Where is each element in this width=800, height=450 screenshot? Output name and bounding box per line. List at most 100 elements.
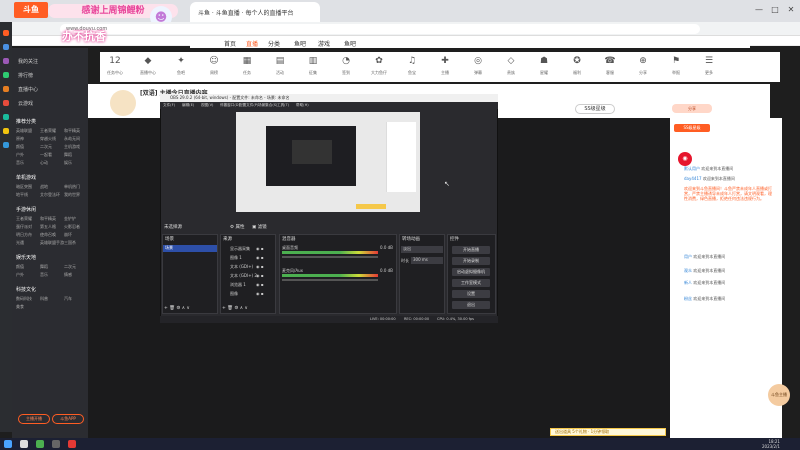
sidebar-category[interactable]: 情感 <box>64 272 72 278</box>
search-icon[interactable] <box>20 440 28 448</box>
obs-transition-select[interactable]: 淡出 <box>401 246 443 253</box>
chrome-icon[interactable] <box>36 440 44 448</box>
sidebar-category[interactable]: 单机热门 <box>64 184 80 190</box>
obs-control-button[interactable]: 退出 <box>452 301 490 309</box>
sidebar-category[interactable]: 心动 <box>40 160 48 166</box>
sidebar-category[interactable]: 和平精英 <box>64 128 80 134</box>
obs-filters-button[interactable]: ▣ 滤镜 <box>252 224 267 230</box>
sidebar-category[interactable]: 王者荣耀 <box>16 216 32 222</box>
sidebar-category[interactable]: 二次元 <box>40 144 52 150</box>
feature-icon[interactable]: ◎ <box>471 56 485 68</box>
sidebar-category[interactable]: 王者荣耀 <box>40 128 56 134</box>
sidebar-category[interactable]: 颜值 <box>16 264 24 270</box>
obs-menu-item[interactable]: 视图(V) <box>201 103 213 108</box>
nav-home[interactable]: 首页 <box>224 39 236 48</box>
sidebar-item[interactable]: 云游戏 <box>18 100 33 107</box>
sidebar-category[interactable]: 舞蹈 <box>40 264 48 270</box>
nav-more[interactable]: 鱼吧 <box>344 39 356 48</box>
sidebar-category[interactable]: 暗区突围 <box>16 184 32 190</box>
obs-scene-item[interactable]: 场景 <box>163 245 217 252</box>
feature-icon[interactable]: ◔ <box>339 56 353 68</box>
obs-menu-item[interactable]: 工具(T) <box>277 103 289 108</box>
feature-icon[interactable]: ▦ <box>240 56 254 68</box>
nav-yuba[interactable]: 鱼吧 <box>294 39 306 48</box>
obs-duration-input[interactable]: 300 ms <box>411 257 443 264</box>
obs-source-item[interactable]: 图像 <box>230 291 238 297</box>
ext-icon[interactable] <box>3 114 9 120</box>
maximize-icon[interactable]: □ <box>768 4 782 16</box>
address-bar[interactable]: www.douyu.com <box>60 24 700 34</box>
sidebar-category[interactable]: 永劫无间 <box>64 136 80 142</box>
chat-username[interactable]: 观众 <box>684 268 692 273</box>
sidebar-category[interactable]: 主机游戏 <box>64 144 80 150</box>
follow-button[interactable]: SS级星级 <box>575 104 615 114</box>
nav-games[interactable]: 游戏 <box>318 39 330 48</box>
app-taskbar-icon[interactable] <box>68 440 76 448</box>
sidebar-category[interactable]: 娱乐 <box>64 160 72 166</box>
sidebar-category[interactable]: 火影忍者 <box>64 224 80 230</box>
ext-icon[interactable] <box>3 72 9 78</box>
obs-menu-item[interactable]: 配置文件(P) <box>239 103 258 108</box>
sidebar-category[interactable]: 蛋仔派对 <box>16 224 32 230</box>
eye-icon[interactable]: ◉ ▪ <box>256 291 263 296</box>
sidebar-item[interactable]: 我的关注 <box>18 58 38 65</box>
obs-mixer-desktop-slider[interactable] <box>282 256 378 258</box>
download-app-button[interactable]: 斗鱼APP <box>52 414 84 424</box>
feature-icon[interactable]: ☗ <box>537 56 551 68</box>
chat-username[interactable]: 默认用户 <box>684 166 700 171</box>
share-chip[interactable]: 分享 <box>672 104 712 113</box>
nav-category[interactable]: 分类 <box>268 39 280 48</box>
sidebar-category[interactable]: 三国杀 <box>64 240 76 246</box>
obs-source-item[interactable]: 图像 1 <box>230 255 242 261</box>
obs-menu-item[interactable]: 编辑(E) <box>182 103 194 108</box>
start-icon[interactable] <box>4 440 12 448</box>
weibo-icon[interactable]: ◉ <box>678 152 692 166</box>
ext-icon[interactable] <box>3 128 9 134</box>
obs-source-item[interactable]: 文本 (GDI+) <box>230 264 253 270</box>
eye-icon[interactable]: ◉ ▪ <box>256 264 263 269</box>
sidebar-category[interactable]: 音乐 <box>40 272 48 278</box>
feature-icon[interactable]: ◇ <box>504 56 518 68</box>
sidebar-category[interactable]: 数码科技 <box>16 296 32 302</box>
sidebar-category[interactable]: 原神 <box>16 136 24 142</box>
ext-icon[interactable] <box>3 44 9 50</box>
obs-taskbar-icon[interactable] <box>52 440 60 448</box>
ext-icon[interactable] <box>3 86 9 92</box>
sidebar-category[interactable]: 穿越火线 <box>40 136 56 142</box>
obs-control-button[interactable]: 开始录制 <box>452 257 490 265</box>
ext-icon[interactable] <box>3 100 9 106</box>
feature-icon[interactable]: ◆ <box>141 56 155 68</box>
sidebar-category[interactable]: 崩坏 <box>64 232 72 238</box>
sidebar-item[interactable]: 直播中心 <box>18 86 38 93</box>
feature-icon[interactable]: ♫ <box>405 56 419 68</box>
chat-username[interactable]: day4417 <box>684 176 702 181</box>
sidebar-category[interactable]: 美食 <box>16 304 24 310</box>
sidebar-category[interactable]: 光遇 <box>16 240 24 246</box>
sidebar-category[interactable]: 英雄联盟手游 <box>40 240 64 246</box>
feature-icon[interactable]: ⊕ <box>636 56 650 68</box>
mascot-avatar[interactable]: 斗鱼主播 <box>768 384 790 406</box>
feature-icon[interactable]: ☰ <box>702 56 716 68</box>
obs-control-button[interactable]: 启动虚拟摄像机 <box>452 268 490 276</box>
sidebar-category[interactable]: 汽车 <box>64 296 72 302</box>
obs-properties-button[interactable]: ⚙ 属性 <box>230 224 244 230</box>
streamer-avatar[interactable] <box>110 90 136 116</box>
sidebar-category[interactable]: 第五人格 <box>40 224 56 230</box>
ext-icon[interactable] <box>3 58 9 64</box>
feature-icon[interactable]: ☎ <box>603 56 617 68</box>
sidebar-category[interactable]: 明日方舟 <box>16 232 32 238</box>
obs-source-item[interactable]: 显示器采集 <box>230 246 250 252</box>
sidebar-category[interactable]: 使命召唤 <box>40 232 56 238</box>
sidebar-category[interactable]: 地平线 <box>16 192 28 198</box>
feature-icon[interactable]: ▤ <box>273 56 287 68</box>
close-icon[interactable]: ✕ <box>784 4 798 16</box>
eye-icon[interactable]: ◉ ▪ <box>256 246 263 251</box>
ext-icon[interactable] <box>3 30 9 36</box>
obs-menu-item[interactable]: 场景集合(S) <box>258 103 277 108</box>
sidebar-category[interactable]: 战地 <box>40 184 48 190</box>
start-broadcast-button[interactable]: 主播开播 <box>18 414 50 424</box>
feature-icon[interactable]: 12 <box>108 56 122 68</box>
sidebar-category[interactable]: 我的世界 <box>64 192 80 198</box>
sidebar-category[interactable]: 金铲铲 <box>64 216 76 222</box>
obs-source-add-icon[interactable]: + 🗑 ⚙ ∧ ∨ <box>222 306 248 311</box>
